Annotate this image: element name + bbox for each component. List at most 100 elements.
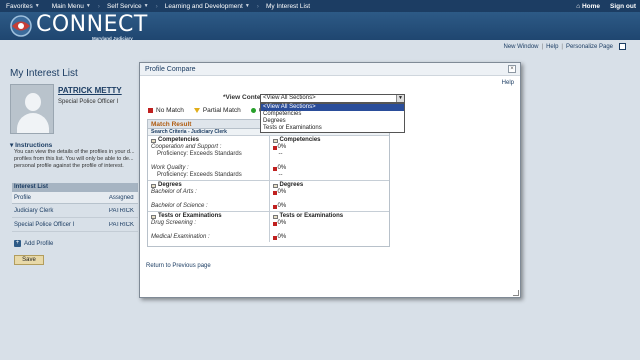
profile-compare-modal: Profile Compare × Help *View Content Sec… [139, 62, 521, 298]
section-label: Tests or Examinations [158, 213, 222, 219]
favorites-label: Favorites [6, 2, 33, 10]
folder-icon [272, 138, 278, 143]
match-percent: 0% [272, 144, 387, 151]
self-service-menu[interactable]: Self Service ▼ [101, 3, 155, 10]
dropdown-option[interactable]: Tests or Examinations [261, 125, 404, 132]
dropdown-option[interactable]: <View All Sections> [261, 104, 404, 111]
section-label: Degrees [279, 182, 304, 188]
profile-link[interactable]: Judiciary Clerk [14, 208, 109, 214]
dropdown-option[interactable]: Competencies [261, 111, 404, 118]
no-match-icon [272, 166, 277, 171]
collapse-icon: ▾ [10, 142, 14, 149]
criteria-left: Search Criteria - Judiciary Clerk [151, 129, 227, 135]
tests-section: Tests or Examinations Drug Screening : M… [148, 212, 389, 242]
interest-list: Interest List Profile Assigned Judiciary… [12, 183, 138, 232]
top-nav-bar: Favorites ▼ Main Menu ▼ › Self Service ▼ › … [0, 0, 640, 12]
link-divider: | [541, 43, 544, 50]
return-link[interactable]: Return to Previous page [146, 263, 211, 269]
dropdown-option[interactable]: Degrees [261, 118, 404, 125]
degree-item: Bachelor of Arts : [151, 189, 197, 195]
instructions-text: You can view the details of the profiles… [14, 149, 135, 169]
match-legend: No Match Partial Match Co [148, 107, 267, 114]
degrees-heading: Degrees [272, 182, 387, 189]
main-menu-label: Main Menu [51, 2, 84, 10]
save-button[interactable]: Save [14, 255, 44, 265]
folder-icon [272, 183, 278, 188]
no-match-icon [272, 204, 277, 209]
percent-value: 0% [277, 165, 287, 171]
home-link[interactable]: ⌂ Home [576, 3, 600, 10]
signout-link[interactable]: Sign out [610, 3, 636, 10]
resize-handle[interactable] [513, 290, 519, 296]
match-icon [250, 108, 256, 113]
competencies-left: Competencies Cooperation and Support : P… [148, 136, 269, 180]
select-value: <View All Sections> [263, 95, 316, 101]
self-service-label: Self Service [106, 2, 142, 10]
test-item: Medical Examination : [151, 234, 210, 240]
table-row: Special Police Officer I PATRICK [12, 218, 138, 232]
no-match-icon [272, 221, 277, 226]
breadcrumb-current-label: My Interest List [265, 2, 311, 10]
proficiency-text: Proficiency: Exceeds Standards [157, 151, 242, 157]
home-icon: ⌂ [576, 2, 581, 10]
competency-item: Work Quality : [151, 165, 189, 171]
section-label: Competencies [158, 137, 200, 143]
add-profile-button[interactable]: + Add Profile [14, 240, 53, 247]
favorites-menu[interactable]: Favorites ▼ [0, 3, 46, 10]
instructions-toggle[interactable]: ▾ Instructions [10, 141, 52, 149]
chevron-down-icon: ▼ [244, 3, 250, 9]
chevron-down-icon[interactable]: ▼ [396, 95, 404, 102]
tests-heading: Tests or Examinations [272, 213, 387, 220]
brand-name: CONNECT [36, 12, 148, 37]
match-percent: 0% [272, 234, 387, 241]
page-control-icon[interactable] [619, 43, 626, 50]
person-name[interactable]: PATRICK METTY [58, 86, 122, 95]
profile-link[interactable]: Special Police Officer I [14, 222, 109, 228]
col-profile: Profile [14, 194, 32, 201]
interest-list-header: Interest List [12, 183, 138, 192]
new-window-link[interactable]: New Window [503, 44, 538, 50]
person-title: Special Police Officer I [58, 99, 119, 105]
interest-list-columns: Profile Assigned [12, 192, 138, 204]
link-divider: | [561, 43, 563, 50]
modal-title: Profile Compare [140, 63, 520, 76]
avatar-head [25, 93, 41, 111]
instructions-label: Instructions [15, 142, 53, 149]
chevron-down-icon: ▼ [143, 3, 149, 9]
breadcrumb-current: My Interest List [260, 3, 316, 10]
percent-value: 0% [277, 144, 287, 150]
partial-match-icon [193, 108, 200, 113]
help-link[interactable]: Help [546, 44, 558, 50]
percent-value: 0% [277, 220, 287, 226]
learning-menu[interactable]: Learning and Development ▼ [159, 3, 256, 10]
modal-help-link[interactable]: Help [502, 80, 514, 86]
tests-left: Tests or Examinations Drug Screening : M… [148, 212, 269, 242]
degrees-section: Degrees Bachelor of Arts : Bachelor of S… [148, 181, 389, 212]
tests-right: Tests or Examinations 0% 0% [268, 212, 390, 242]
col-assigned: Assigned [108, 194, 134, 201]
assigned-cell: PATRICK [108, 207, 135, 214]
section-label: Competencies [279, 137, 321, 143]
percent-value: 0% [277, 234, 287, 240]
avatar [10, 84, 54, 134]
personalize-link[interactable]: Personalize Page [566, 44, 613, 50]
competencies-heading: Competencies [272, 137, 387, 144]
match-percent: 0% [272, 220, 387, 227]
avatar-body [17, 113, 49, 133]
main-menu[interactable]: Main Menu ▼ [46, 3, 97, 10]
legend-partial: Partial Match [202, 107, 241, 114]
competencies-section: Competencies Cooperation and Support : P… [148, 136, 389, 181]
match-percent: 0% [272, 189, 387, 196]
percent-value: 0% [277, 203, 287, 209]
no-match-icon [272, 190, 277, 195]
close-icon[interactable]: × [508, 65, 516, 73]
view-section-select[interactable]: <View All Sections> ▼ [260, 94, 405, 103]
degree-item: Bachelor of Science : [151, 203, 208, 209]
degrees-left: Degrees Bachelor of Arts : Bachelor of S… [148, 181, 269, 211]
no-value: -- [278, 151, 283, 157]
degrees-right: Degrees 0% 0% [268, 181, 390, 211]
